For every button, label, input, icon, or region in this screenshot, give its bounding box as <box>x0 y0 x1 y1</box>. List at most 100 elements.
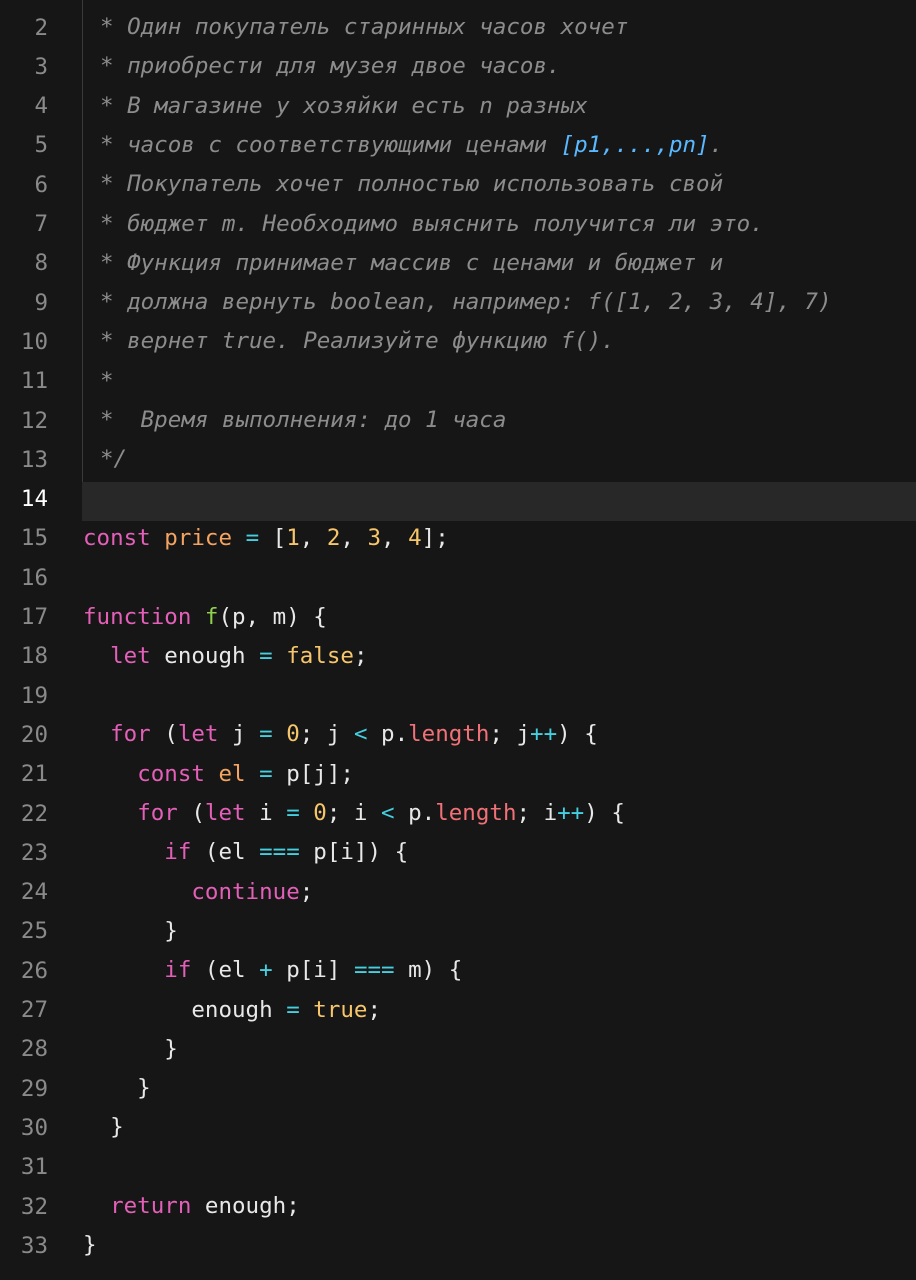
code-token: 2 <box>326 524 341 551</box>
code-line[interactable]: 14 <box>0 480 916 519</box>
code-line[interactable]: 17 function f(p, m) { <box>0 598 916 637</box>
code-line[interactable]: 22 for (let i = 0; i < p.length; i++) { <box>0 794 916 833</box>
code-token: ( <box>177 800 205 826</box>
line-code: } <box>83 1030 178 1069</box>
code-line[interactable]: 19 <box>0 676 916 715</box>
code-token: ; <box>367 996 382 1023</box>
code-line[interactable]: 13 */ <box>0 440 916 479</box>
code-line[interactable]: 9 * должна вернуть boolean, например: f([… <box>0 283 916 322</box>
line-number: 10 <box>20 328 48 355</box>
line-code: } <box>83 912 178 951</box>
line-number: 25 <box>20 918 48 945</box>
code-line[interactable]: 32 return enough; <box>0 1187 916 1226</box>
code-line[interactable]: 26 if (el + p[i] === m) { <box>0 951 916 990</box>
code-line[interactable]: 30 } <box>0 1108 916 1147</box>
line-number: 28 <box>20 1036 48 1063</box>
line-code: * Функция принимает массив с ценами и бю… <box>100 244 723 283</box>
code-token: ; i <box>516 800 558 826</box>
line-number: 19 <box>20 682 48 709</box>
line-code: function f(p, m) { <box>83 598 327 637</box>
code-token: el <box>218 760 246 787</box>
code-token: = <box>286 800 300 826</box>
code-line[interactable]: 10 * вернет true. Реализуйте функцию f(). <box>0 322 916 361</box>
code-token: ]; <box>421 524 449 551</box>
code-token: ; j <box>299 721 354 748</box>
code-token: continue <box>191 878 300 905</box>
line-code: * бюджет m. Необходимо выяснить получитс… <box>100 205 764 244</box>
code-line[interactable]: 4 * В магазине у хозяйки есть n разных <box>0 87 916 126</box>
line-number: 12 <box>20 407 48 434</box>
code-token: p[j]; <box>272 760 354 787</box>
code-token: 1 <box>286 524 300 551</box>
line-code: * часов с соответствующими ценами [p1,..… <box>100 126 723 165</box>
code-line[interactable]: 16 <box>0 558 916 597</box>
code-token: const <box>137 760 205 787</box>
code-token: = <box>259 642 273 669</box>
line-number: 7 <box>34 211 48 237</box>
code-token: const <box>83 524 151 551</box>
code-token: length <box>408 721 490 748</box>
code-token: f <box>204 603 219 630</box>
line-number: 4 <box>34 93 48 120</box>
code-token: ; <box>353 642 368 669</box>
code-token: ; <box>299 878 314 905</box>
code-line[interactable]: 29 } <box>0 1069 916 1108</box>
line-number: 33 <box>20 1232 48 1259</box>
code-token: 0 <box>313 800 327 826</box>
code-token: * Время выполнения: до 1 часа <box>100 407 507 433</box>
code-token: let <box>110 642 151 669</box>
code-token: ; j <box>489 721 531 748</box>
code-token: * часов с соответствующими ценами <box>100 131 561 158</box>
line-code: * Один покупатель старинных часов хочет <box>100 8 628 47</box>
code-line[interactable]: 25 } <box>0 912 916 951</box>
code-token: */ <box>100 446 128 473</box>
code-line[interactable]: 20 for (let j = 0; j < p.length; j++) { <box>0 715 916 754</box>
code-line[interactable]: 5 * часов с соответствующими ценами [p1,.… <box>0 126 916 165</box>
code-token: return <box>110 1193 192 1219</box>
code-line[interactable]: 21 const el = p[j]; <box>0 755 916 794</box>
code-token: = <box>245 524 260 551</box>
code-line[interactable]: 18 let enough = false; <box>0 637 916 676</box>
code-token: false <box>286 642 354 669</box>
code-token: ++ <box>530 721 558 748</box>
code-line[interactable]: 12 * Время выполнения: до 1 часа <box>0 401 916 440</box>
code-editor[interactable]: 2 * Один покупатель старинных часов хочет… <box>0 0 916 1280</box>
line-code: * Покупатель хочет полностью использоват… <box>100 165 723 204</box>
line-number: 8 <box>34 250 48 277</box>
line-code: */ <box>100 440 127 479</box>
line-code: * должна вернуть boolean, например: f([1… <box>100 283 832 322</box>
code-line[interactable]: 31 <box>0 1148 916 1187</box>
code-line[interactable]: 7 * бюджет m. Необходимо выяснить получит… <box>0 205 916 244</box>
code-line[interactable]: 23 if (el === p[i]) { <box>0 833 916 872</box>
line-code: const el = p[j]; <box>83 755 354 794</box>
line-code: } <box>83 1069 151 1108</box>
code-line[interactable]: 28 } <box>0 1030 916 1069</box>
line-code: let enough = false; <box>83 637 367 676</box>
line-number: 30 <box>20 1114 48 1141</box>
code-line[interactable]: 27 enough = true; <box>0 991 916 1030</box>
line-number: 11 <box>20 368 48 395</box>
line-number: 20 <box>20 721 48 748</box>
code-line[interactable]: 6 * Покупатель хочет полностью использова… <box>0 165 916 204</box>
code-line[interactable]: 24 continue; <box>0 873 916 912</box>
code-line[interactable]: 33} <box>0 1226 916 1265</box>
code-token: (el <box>191 957 260 984</box>
code-line[interactable]: 11 * <box>0 362 916 401</box>
code-token: === <box>259 839 300 866</box>
line-number: 29 <box>20 1075 48 1102</box>
code-token: price <box>164 524 233 551</box>
code-line[interactable]: 3 * приобрести для музея двое часов. <box>0 47 916 86</box>
code-token: (el <box>191 839 260 866</box>
line-number: 5 <box>34 132 48 159</box>
line-code: if (el + p[i] === m) { <box>83 951 462 990</box>
code-line[interactable]: 8 * Функция принимает массив с ценами и б… <box>0 244 916 283</box>
code-line[interactable]: 15 const price = [1, 2, 3, 4]; <box>0 519 916 558</box>
line-number: 27 <box>20 997 48 1023</box>
code-line[interactable]: 2 * Один покупатель старинных часов хочет <box>0 8 916 47</box>
